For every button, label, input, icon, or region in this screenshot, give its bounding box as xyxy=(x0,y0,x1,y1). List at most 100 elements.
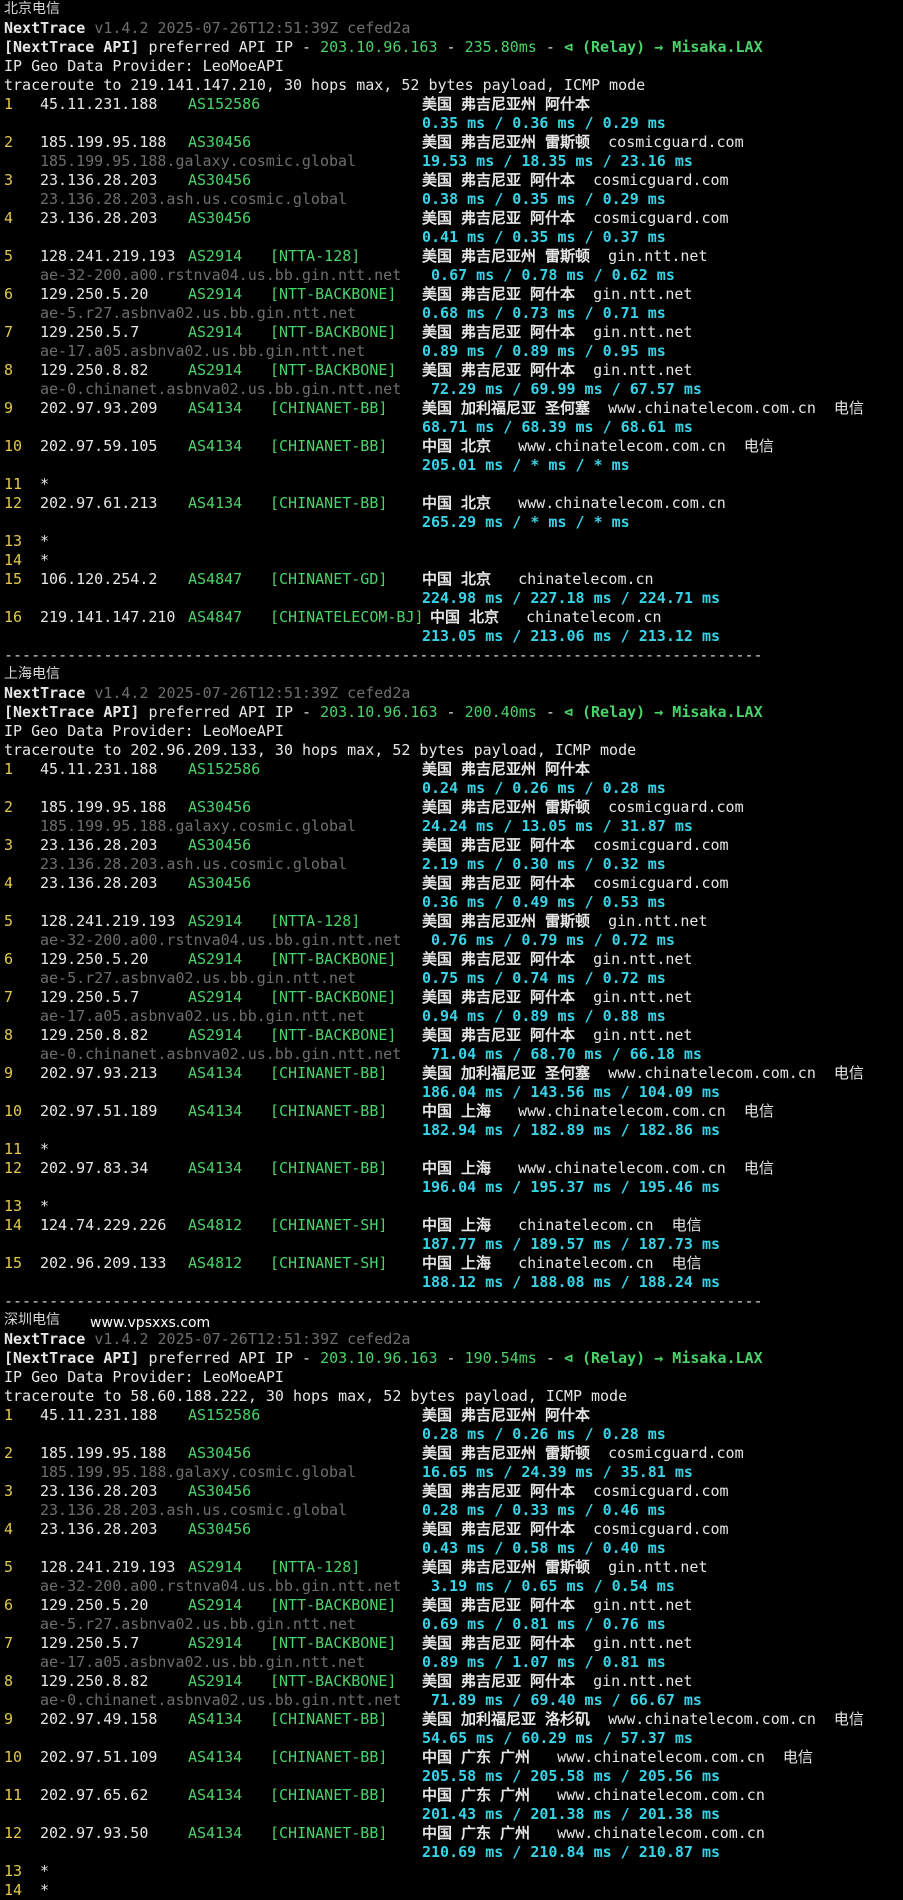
hop-tag: [NTT-BACKBONE] xyxy=(270,988,397,1006)
hop-owner: cosmicguard.com xyxy=(593,209,729,227)
hop-owner: gin.ntt.net xyxy=(593,988,693,1006)
relay-icon: ⊲ xyxy=(563,1349,582,1367)
hop-number: 6 xyxy=(4,285,14,303)
hop-latency: 0.28 ms / 0.33 ms / 0.46 ms xyxy=(422,1501,666,1519)
hop-latency: 0.28 ms / 0.26 ms / 0.28 ms xyxy=(422,1425,666,1443)
hop-ip: 129.250.5.20 xyxy=(40,1596,149,1614)
hop-asn: AS2914 xyxy=(188,361,243,379)
hop-ip: 128.241.219.193 xyxy=(40,912,176,930)
api-ip: 203.10.96.163 xyxy=(320,38,438,56)
hop-left: 14 124.74.229.226 AS4812 [CHINANET-SH] xyxy=(4,1216,422,1235)
hop-hostname: ae-0.chinanet.asbnva02.us.bb.gin.ntt.net xyxy=(40,1045,402,1063)
hop-row: 7 129.250.5.7 AS2914 [NTT-BACKBONE] ae-17.a0… xyxy=(4,323,899,361)
api-prefix: [NextTrace API] xyxy=(4,1349,140,1367)
hop-latency-line: 24.24 ms / 13.05 ms / 31.87 ms xyxy=(422,817,744,836)
hop-right: 美国 弗吉尼亚州 雷斯顿 gin.ntt.net 3.19 ms / 0.65 … xyxy=(422,1558,707,1596)
hop-timeout: 11 * xyxy=(4,475,899,494)
hop-latency: 182.94 ms / 182.89 ms / 182.86 ms xyxy=(422,1121,721,1139)
hop-asn: AS4134 xyxy=(188,494,243,512)
hop-left: 9 202.97.49.158 AS4134 [CHINANET-BB] xyxy=(4,1710,422,1729)
hop-owner: gin.ntt.net xyxy=(608,912,708,930)
hop-owner: gin.ntt.net xyxy=(593,1634,693,1652)
hop-number: 15 xyxy=(4,570,23,588)
hop-geo: 美国 弗吉尼亚 阿什本 xyxy=(422,323,576,341)
hop-right: 美国 弗吉尼亚 阿什本 gin.ntt.net 71.89 ms / 69.40… xyxy=(422,1672,702,1710)
hop-latency: 0.36 ms / 0.49 ms / 0.53 ms xyxy=(422,893,666,911)
hop-owner: gin.ntt.net xyxy=(593,1672,693,1690)
hop-owner: gin.ntt.net xyxy=(593,1026,693,1044)
hop-left: 6 129.250.5.20 AS2914 [NTT-BACKBONE] xyxy=(4,285,422,304)
hop-ip: 202.97.93.50 xyxy=(40,1824,149,1842)
hop-owner: cosmicguard.com xyxy=(593,836,729,854)
hop-hostname: 23.136.28.203.ash.us.cosmic.global xyxy=(40,855,348,873)
hop-asn: AS30456 xyxy=(188,133,252,151)
hop-geo: 中国 上海 xyxy=(422,1102,492,1120)
hop-left: 6 129.250.5.20 AS2914 [NTT-BACKBONE] xyxy=(4,1596,422,1615)
hop-latency: 205.01 ms / * ms / * ms xyxy=(422,456,630,474)
hop-right: 美国 弗吉尼亚州 阿什本 0.28 ms / 0.26 ms / 0.28 ms xyxy=(422,1406,666,1444)
hop-asn: AS4134 xyxy=(188,1748,243,1766)
hop-owner: gin.ntt.net xyxy=(593,285,693,303)
tool-name: NextTrace xyxy=(4,684,86,702)
hop-asn: AS4847 xyxy=(188,570,243,588)
hop-latency-line: 0.68 ms / 0.73 ms / 0.71 ms xyxy=(422,304,692,323)
api-ip: 203.10.96.163 xyxy=(320,703,438,721)
traceroute-command: traceroute to 202.96.209.133, 30 hops ma… xyxy=(4,741,637,759)
hop-right: 中国 上海 chinatelecom.cn 电信 188.12 ms / 188.… xyxy=(422,1254,720,1292)
hop-number: 3 xyxy=(4,836,14,854)
hop-left: 9 202.97.93.213 AS4134 [CHINANET-BB] xyxy=(4,1064,422,1083)
hop-latency-line: 224.98 ms / 227.18 ms / 224.71 ms xyxy=(422,589,720,608)
hop-geo: 美国 弗吉尼亚 阿什本 xyxy=(422,1634,576,1652)
hop-geo-line: 美国 弗吉尼亚州 雷斯顿 gin.ntt.net xyxy=(422,247,707,266)
hop-left: 6 129.250.5.20 AS2914 [NTT-BACKBONE] xyxy=(4,950,422,969)
hop-right: 美国 弗吉尼亚 阿什本 gin.ntt.net 0.75 ms / 0.74 ms… xyxy=(422,950,692,988)
hop-timeout: 11 * xyxy=(4,1140,899,1159)
terminal-output: 北京电信 NextTrace v1.4.2 2025-07-26T12:51:39… xyxy=(4,0,899,1900)
hop-ip: 45.11.231.188 xyxy=(40,95,158,113)
hop-geo-line: 美国 加利福尼亚 圣何塞 www.chinatelecom.com.cn 电信 xyxy=(422,1064,864,1083)
hop-geo-line: 美国 弗吉尼亚 阿什本 cosmicguard.com xyxy=(422,1482,729,1501)
hop-latency-line: 0.24 ms / 0.26 ms / 0.28 ms xyxy=(422,779,666,798)
hop-latency: 71.04 ms / 68.70 ms / 66.18 ms xyxy=(422,1045,702,1063)
hop-geo: 美国 加利福尼亚 圣何塞 xyxy=(422,399,591,417)
hop-latency: 0.89 ms / 0.89 ms / 0.95 ms xyxy=(422,342,666,360)
hop-latency-line: 71.04 ms / 68.70 ms / 66.18 ms xyxy=(422,1045,702,1064)
hop-asn: AS4134 xyxy=(188,1064,243,1082)
hop-geo-line: 美国 弗吉尼亚 阿什本 gin.ntt.net xyxy=(422,1596,692,1615)
hop-latency: 196.04 ms / 195.37 ms / 195.46 ms xyxy=(422,1178,721,1196)
hop-geo-line: 中国 上海 chinatelecom.cn 电信 xyxy=(422,1254,720,1273)
hop-latency: 0.35 ms / 0.36 ms / 0.29 ms xyxy=(422,114,666,132)
hop-row: 1 45.11.231.188 AS152586 美国 弗吉尼亚州 阿什本 0.28 … xyxy=(4,1406,899,1444)
hop-geo-line: 美国 弗吉尼亚州 阿什本 xyxy=(422,1406,666,1425)
hop-number: 8 xyxy=(4,361,14,379)
api-line: [NextTrace API] preferred API IP - 203.1… xyxy=(4,38,899,57)
hop-tag: [NTT-BACKBONE] xyxy=(270,1026,397,1044)
hop-number: 13 xyxy=(4,532,23,550)
relay-icon: ⊲ xyxy=(563,703,582,721)
hop-left: 12 202.97.93.50 AS4134 [CHINANET-BB] xyxy=(4,1824,422,1843)
hop-latency-line: 0.94 ms / 0.89 ms / 0.88 ms xyxy=(422,1007,692,1026)
hop-row: 8 129.250.8.82 AS2914 [NTT-BACKBONE] ae-0.ch… xyxy=(4,1026,899,1064)
hop-tag: [CHINANET-BB] xyxy=(270,399,388,417)
hop-number: 1 xyxy=(4,95,14,113)
hop-ip: 219.141.147.210 xyxy=(40,608,176,626)
hop-geo-line: 中国 北京 chinatelecom.cn xyxy=(430,608,720,627)
hop-row: 2 185.199.95.188 AS30456 185.199.95.188.gal… xyxy=(4,1444,899,1482)
hop-hostname: ae-5.r27.asbnva02.us.bb.gin.ntt.net xyxy=(40,969,357,987)
hop-geo-line: 中国 北京 www.chinatelecom.com.cn 电信 xyxy=(422,437,774,456)
hop-row: 1 45.11.231.188 AS152586 美国 弗吉尼亚州 阿什本 0.35 … xyxy=(4,95,899,133)
hop-owner: cosmicguard.com xyxy=(593,1520,729,1538)
hop-number: 12 xyxy=(4,1824,23,1842)
hop-geo: 美国 加利福尼亚 洛杉矶 xyxy=(422,1710,591,1728)
geo-provider-line: IP Geo Data Provider: LeoMoeAPI xyxy=(4,1368,899,1387)
tool-version: v1.4.2 2025-07-26T12:51:39Z cefed2a xyxy=(94,684,411,702)
hop-right: 美国 弗吉尼亚 阿什本 cosmicguard.com 2.19 ms / 0.3… xyxy=(422,836,729,874)
hop-asn: AS30456 xyxy=(188,1520,252,1538)
hop-latency: 68.71 ms / 68.39 ms / 68.61 ms xyxy=(422,418,693,436)
hop-geo-line: 美国 弗吉尼亚州 雷斯顿 cosmicguard.com xyxy=(422,1444,744,1463)
hop-owner: cosmicguard.com xyxy=(593,1482,729,1500)
hop-right: 中国 北京 chinatelecom.cn 224.98 ms / 227.18 … xyxy=(422,570,720,608)
tool-version-line: NextTrace v1.4.2 2025-07-26T12:51:39Z ce… xyxy=(4,19,899,38)
hop-tag: [NTTA-128] xyxy=(270,1558,361,1576)
hop-owner: gin.ntt.net xyxy=(608,247,708,265)
